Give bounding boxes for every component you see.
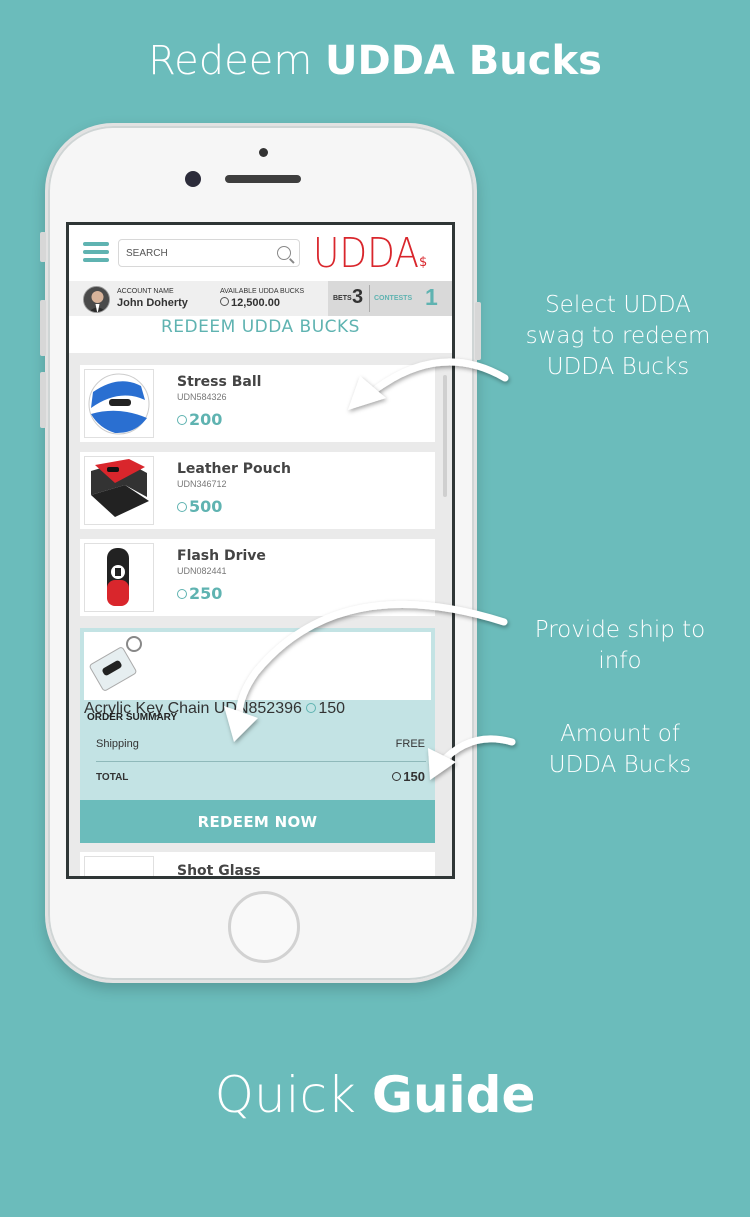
- item-price: 500: [177, 497, 222, 516]
- item-sku: UDN852396: [213, 700, 302, 717]
- account-bar: ACCOUNT NAME John Doherty AVAILABLE UDDA…: [69, 281, 452, 316]
- power-button: [475, 302, 481, 360]
- logo-text: UDDA: [313, 235, 419, 271]
- list-item[interactable]: Acrylic Key Chain UDN852396 150: [84, 632, 431, 717]
- svg-text:$: $: [419, 255, 427, 270]
- bucks-icon: [220, 297, 229, 306]
- key-chain-image: [84, 632, 154, 700]
- footer-light: Quick: [214, 1066, 356, 1124]
- item-name: Flash Drive: [177, 548, 266, 564]
- headline-light: Redeem: [148, 38, 313, 84]
- search-icon[interactable]: [277, 246, 291, 260]
- summary-divider: [96, 761, 426, 762]
- item-price: 250: [177, 584, 222, 603]
- stats-divider: [369, 285, 370, 312]
- mute-switch: [40, 232, 46, 262]
- shipping-value: FREE: [395, 738, 425, 750]
- available-bucks-label: AVAILABLE UDDA BUCKS: [220, 288, 305, 295]
- item-sku: UDN346712: [177, 479, 227, 489]
- page-title: REDEEM UDDA BUCKS: [161, 317, 360, 337]
- home-button[interactable]: [228, 891, 300, 963]
- earpiece-speaker: [225, 175, 301, 183]
- annotation-amount: Amount of UDDA Bucks: [548, 721, 692, 778]
- bucks-icon: [392, 772, 402, 781]
- page-headline: Redeem UDDA Bucks: [0, 38, 750, 84]
- item-name: Stress Ball: [177, 374, 262, 390]
- phone-screen: UDDA $ ACCOUNT NAME John Doherty AVAILAB…: [66, 222, 455, 879]
- leather-pouch-image: [84, 456, 154, 525]
- search-input[interactable]: [119, 240, 269, 266]
- account-name: John Doherty: [117, 297, 188, 309]
- footer-bold: Guide: [371, 1066, 536, 1124]
- front-camera: [185, 171, 201, 187]
- avatar[interactable]: [83, 286, 110, 313]
- list-item[interactable]: Stress Ball UDN584326 200: [80, 365, 435, 442]
- headline-bold: UDDA Bucks: [325, 38, 602, 84]
- item-sku: UDN082441: [177, 566, 227, 576]
- available-bucks: 12,500.00: [220, 297, 280, 309]
- bucks-icon: [177, 415, 187, 425]
- menu-icon[interactable]: [83, 242, 109, 262]
- bets-count[interactable]: 3: [352, 286, 363, 309]
- shipping-label: Shipping: [96, 738, 139, 750]
- selected-item-panel: Acrylic Key Chain UDN852396 150 ORDER SU…: [80, 628, 435, 843]
- app-header: UDDA $: [69, 225, 452, 281]
- list-item[interactable]: Shot Glass: [80, 852, 435, 879]
- shot-glass-image: [84, 856, 154, 876]
- bucks-icon: [177, 502, 187, 512]
- total-value: 150: [392, 769, 425, 784]
- sensor-dot: [259, 148, 268, 157]
- item-name: Shot Glass: [177, 863, 261, 879]
- search-box: [118, 239, 300, 267]
- redeem-now-button[interactable]: REDEEM NOW: [80, 800, 435, 843]
- item-name: Leather Pouch: [177, 461, 291, 477]
- stress-ball-image: [84, 369, 154, 438]
- scrollbar[interactable]: [443, 375, 447, 497]
- volume-down-button: [40, 372, 46, 428]
- bets-label: BETS: [333, 295, 352, 302]
- footer-headline: Quick Guide: [0, 1066, 750, 1124]
- order-summary-title: ORDER SUMMARY: [87, 712, 178, 723]
- contests-label: CONTESTS: [374, 295, 413, 302]
- swag-list[interactable]: Stress Ball UDN584326 200 Leather Pouch …: [69, 353, 452, 879]
- volume-up-button: [40, 300, 46, 356]
- stats-panel: BETS 3 CONTESTS 1: [328, 281, 452, 316]
- flash-drive-image: [84, 543, 154, 612]
- item-sku: UDN584326: [177, 392, 227, 402]
- total-label: TOTAL: [96, 772, 129, 783]
- annotation-ship: Provide ship to info: [534, 617, 706, 674]
- bucks-icon: [177, 589, 187, 599]
- bucks-icon: [306, 703, 317, 713]
- list-item[interactable]: Flash Drive UDN082441 250: [80, 539, 435, 616]
- item-price: 150: [306, 700, 345, 717]
- item-price: 200: [177, 410, 222, 429]
- account-name-label: ACCOUNT NAME: [117, 288, 174, 295]
- contests-count[interactable]: 1: [425, 284, 438, 311]
- annotation-select: Select UDDA swag to redeem UDDA Bucks: [525, 292, 711, 380]
- udda-logo: UDDA $: [313, 235, 427, 271]
- list-item[interactable]: Leather Pouch UDN346712 500: [80, 452, 435, 529]
